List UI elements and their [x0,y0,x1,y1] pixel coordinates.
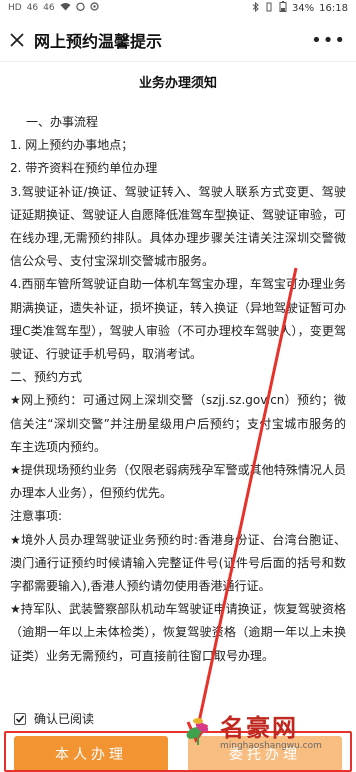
hd-icon: HD [8,3,22,13]
watermark-logo-icon [186,718,209,745]
watermark-url: minghaoshangwu.com [220,740,322,751]
notice-content[interactable]: 业务办理须知 一、办事流程 1. 网上预约办事地点； 2. 带齐资料在预约单位办… [0,62,356,702]
document-title: 业务办理须知 [138,76,217,91]
vibrate-icon [264,2,274,15]
signal-icon: 46 [43,3,55,13]
paragraph: 3.驾驶证补证/换证、驾驶证转入、驾驶人联系方式变更、驾驶证延期换证、驾驶证人自… [10,184,347,269]
paragraph: ★网上预约：可通过网上深圳交警（szjj.sz.gov.cn）预约；微信关注“深… [10,393,346,454]
paragraph: 4.西丽车管所驾驶证自助一体机车驾宝办理，车驾宝可办理业务期满换证，遗失补证，损… [10,277,347,362]
status-bar: HD 46 46 34% 16:18 [0,0,356,16]
clock: 16:18 [319,2,348,14]
notes-heading: 注意事项: [10,509,63,524]
status-right: 34% 16:18 [252,1,348,15]
paragraph: ★提供现场预约业务（仅限老弱病残孕军警或其他特殊情况人员办理本人业务），但预约优… [10,463,346,501]
confirm-read-label: 确认已阅读 [34,712,95,726]
watermark: 名豪网 minghaoshangwu.com [180,694,356,764]
paragraph: 1. 网上预约办事地点； [10,138,134,153]
location-icon [90,2,99,14]
paragraph: ★境外人员办理驾驶证业务预约时:香港身份证、台湾台胞证、澳门通行证预约时候请输入… [10,532,346,594]
confirm-read-row[interactable]: 确认已阅读 [14,710,94,727]
section-heading: 一、办事流程 [26,115,99,129]
confirm-read-checkbox[interactable] [14,712,26,725]
battery-percent: 34% [291,2,315,14]
section-heading: 二、预约方式 [10,370,83,385]
bluetooth-icon [252,1,259,15]
signal-icon: 46 [26,3,39,13]
alarm-icon [75,2,85,14]
more-menu-icon[interactable]: ••• [311,30,346,51]
watermark-brand: 名豪网 [220,713,298,742]
wifi-icon [60,2,71,14]
page-title: 网上预约温馨提示 [34,31,163,51]
battery-icon [279,1,287,15]
close-icon[interactable] [2,18,32,62]
paragraph: ★持军队、武装警察部队机动车驾驶证申请换证，恢复驾驶资格（逾期一年以上未体检类）… [10,602,346,663]
checkmark-icon [15,714,25,723]
nav-bar: 网上预约温馨提示 ••• [0,18,356,62]
status-left-icons: HD 46 46 [8,2,99,14]
paragraph: 2. 带齐资料在预约单位办理 [10,161,158,176]
